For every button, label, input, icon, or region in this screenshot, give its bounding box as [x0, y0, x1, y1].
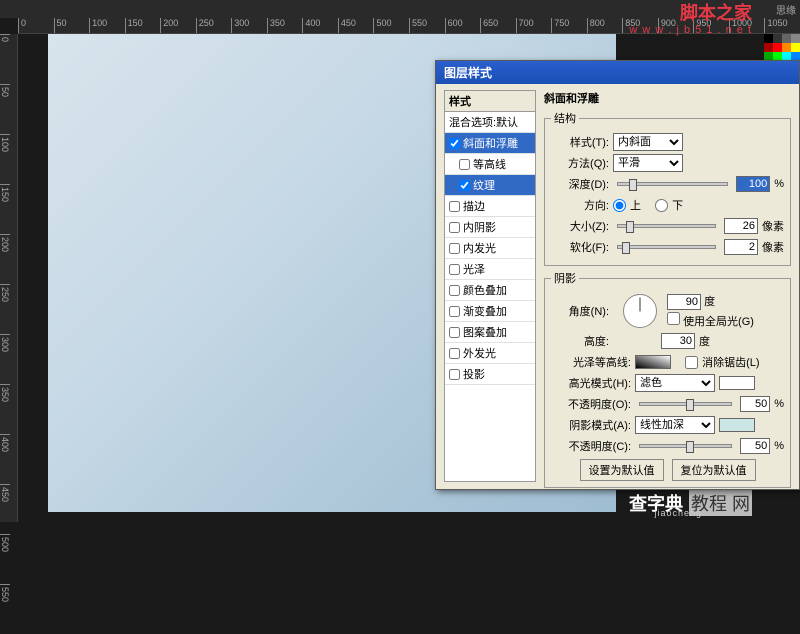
color-swatch[interactable]: [782, 43, 791, 52]
style-row-0[interactable]: 斜面和浮雕: [445, 133, 535, 154]
color-swatch[interactable]: [782, 34, 791, 43]
color-swatch[interactable]: [764, 43, 773, 52]
highlight-color-swatch[interactable]: [719, 376, 755, 390]
shadow-opacity-input[interactable]: [740, 438, 770, 454]
styles-list-panel: 样式 混合选项:默认 斜面和浮雕等高线纹理描边内阴影内发光光泽颜色叠加渐变叠加图…: [444, 90, 536, 482]
style-checkbox[interactable]: [459, 180, 470, 191]
antialias-checkbox[interactable]: [685, 356, 698, 369]
style-checkbox[interactable]: [449, 138, 460, 149]
style-label: 纹理: [473, 177, 495, 193]
style-row-4[interactable]: 内阴影: [445, 217, 535, 238]
shadow-group: 阴影 角度(N): 度 使用全局光(G) 高度: 度 光泽等高线: 消除锯齿(L…: [544, 270, 791, 488]
direction-up-radio[interactable]: [613, 199, 626, 212]
shadow-color-swatch[interactable]: [719, 418, 755, 432]
color-swatch[interactable]: [773, 43, 782, 52]
color-swatch[interactable]: [773, 34, 782, 43]
style-row-6[interactable]: 光泽: [445, 259, 535, 280]
style-row-7[interactable]: 颜色叠加: [445, 280, 535, 301]
style-row-3[interactable]: 描边: [445, 196, 535, 217]
style-label: 内发光: [463, 240, 496, 256]
style-checkbox[interactable]: [459, 159, 470, 170]
altitude-input[interactable]: [661, 333, 695, 349]
highlight-opacity-input[interactable]: [740, 396, 770, 412]
style-label: 颜色叠加: [463, 282, 507, 298]
vertical-ruler: 050100150200250300350400450500550: [0, 34, 18, 522]
blend-options-row[interactable]: 混合选项:默认: [445, 112, 535, 133]
method-select[interactable]: 平滑: [613, 154, 683, 172]
watermark-top: 脚本之家 w w w . j b 5 1 . n e t: [629, 4, 752, 36]
color-swatch[interactable]: [791, 34, 800, 43]
shadow-mode-select[interactable]: 线性加深: [635, 416, 715, 434]
size-slider[interactable]: [617, 224, 716, 228]
style-label: 斜面和浮雕: [463, 135, 518, 151]
bevel-heading: 斜面和浮雕: [544, 90, 791, 106]
global-light-checkbox[interactable]: [667, 312, 680, 325]
reset-default-button[interactable]: 复位为默认值: [672, 459, 756, 481]
angle-wheel[interactable]: [623, 294, 657, 328]
style-row-11[interactable]: 投影: [445, 364, 535, 385]
shadow-opacity-slider[interactable]: [639, 444, 732, 448]
dialog-titlebar[interactable]: 图层样式: [436, 61, 799, 84]
direction-down-radio[interactable]: [655, 199, 668, 212]
style-checkbox[interactable]: [449, 243, 460, 254]
highlight-mode-select[interactable]: 滤色: [635, 374, 715, 392]
soften-slider[interactable]: [617, 245, 716, 249]
style-label: 等高线: [473, 156, 506, 172]
color-swatch[interactable]: [791, 43, 800, 52]
style-checkbox[interactable]: [449, 201, 460, 212]
gloss-contour-picker[interactable]: [635, 355, 671, 369]
layer-style-dialog: 图层样式 样式 混合选项:默认 斜面和浮雕等高线纹理描边内阴影内发光光泽颜色叠加…: [435, 60, 800, 490]
angle-input[interactable]: [667, 294, 701, 310]
style-label: 渐变叠加: [463, 303, 507, 319]
style-checkbox[interactable]: [449, 222, 460, 233]
color-swatch[interactable]: [764, 34, 773, 43]
style-row-9[interactable]: 图案叠加: [445, 322, 535, 343]
style-label: 描边: [463, 198, 485, 214]
style-row-8[interactable]: 渐变叠加: [445, 301, 535, 322]
style-row-2[interactable]: 纹理: [445, 175, 535, 196]
style-row-10[interactable]: 外发光: [445, 343, 535, 364]
depth-input[interactable]: [736, 176, 770, 192]
style-checkbox[interactable]: [449, 327, 460, 338]
style-row-5[interactable]: 内发光: [445, 238, 535, 259]
style-checkbox[interactable]: [449, 348, 460, 359]
style-row-1[interactable]: 等高线: [445, 154, 535, 175]
style-checkbox[interactable]: [449, 306, 460, 317]
style-label: 图案叠加: [463, 324, 507, 340]
highlight-opacity-slider[interactable]: [639, 402, 732, 406]
styles-header: 样式: [445, 91, 535, 112]
style-select[interactable]: 内斜面: [613, 133, 683, 151]
style-checkbox[interactable]: [449, 369, 460, 380]
style-checkbox[interactable]: [449, 264, 460, 275]
size-input[interactable]: [724, 218, 758, 234]
structure-group: 结构 样式(T):内斜面 方法(Q):平滑 深度(D):% 方向:上 下 大小(…: [544, 110, 791, 266]
style-label: 内阴影: [463, 219, 496, 235]
settings-panel: 斜面和浮雕 结构 样式(T):内斜面 方法(Q):平滑 深度(D):% 方向:上…: [544, 90, 791, 482]
depth-slider[interactable]: [617, 182, 728, 186]
set-default-button[interactable]: 设置为默认值: [580, 459, 664, 481]
watermark-bottom: 查字典 教程 网 jiaocheng: [629, 490, 752, 516]
style-label: 光泽: [463, 261, 485, 277]
style-label: 投影: [463, 366, 485, 382]
soften-input[interactable]: [724, 239, 758, 255]
style-checkbox[interactable]: [449, 285, 460, 296]
style-label: 外发光: [463, 345, 496, 361]
